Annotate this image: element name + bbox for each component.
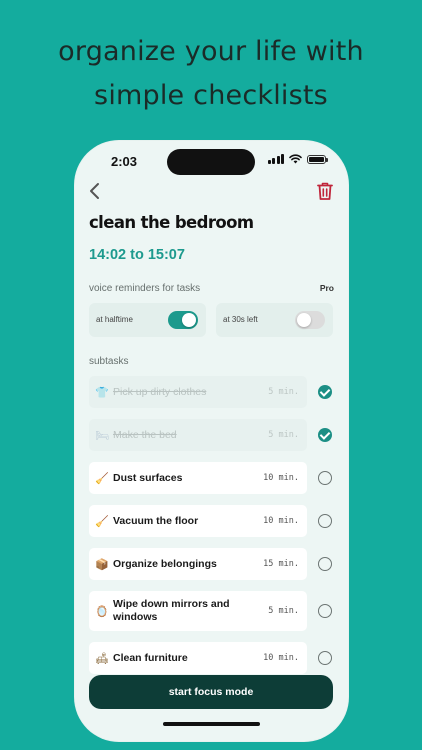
task-checkbox[interactable] [318, 604, 332, 618]
task-checkbox[interactable] [318, 514, 332, 528]
task-row[interactable]: 🧹 Vacuum the floor 10 min. [89, 505, 307, 537]
task-row[interactable]: 🛏 Make the bed 5 min. [89, 419, 307, 451]
task-duration: 5 min. [268, 430, 299, 440]
status-icons [267, 154, 328, 164]
task-name: Clean furniture [113, 651, 188, 664]
task-checkbox[interactable] [318, 471, 332, 485]
task-duration: 10 min. [263, 516, 299, 526]
task-name: Make the bed [113, 428, 177, 441]
back-chevron-icon[interactable] [87, 181, 103, 201]
task-row[interactable]: 👕 Pick up dirty clothes 5 min. [89, 376, 307, 408]
toggle-card-30s-left[interactable]: at 30s left [216, 303, 333, 337]
task-name: Dust surfaces [113, 471, 183, 484]
task-name: Organize belongings [113, 557, 217, 570]
task-checkbox-checked[interactable] [318, 385, 332, 399]
task-row[interactable]: 🧹 Dust surfaces 10 min. [89, 462, 307, 494]
battery-icon [307, 154, 328, 164]
task-row[interactable]: 📦 Organize belongings 15 min. [89, 548, 307, 580]
halftime-toggle[interactable] [168, 311, 198, 329]
status-time: 2:03 [111, 154, 138, 169]
task-duration: 15 min. [263, 559, 299, 569]
toggle-card-halftime[interactable]: at halftime [89, 303, 206, 337]
30s-left-toggle[interactable] [295, 311, 325, 329]
mirror-icon: 🪞 [95, 604, 109, 618]
task-duration: 10 min. [263, 653, 299, 663]
signal-icon [267, 154, 284, 164]
headline-line-1: organize your life with [58, 36, 364, 67]
couch-icon: 🛋 [95, 651, 109, 665]
task-checkbox[interactable] [318, 557, 332, 571]
task-duration: 10 min. [263, 473, 299, 483]
task-name: Wipe down mirrors and windows [113, 598, 230, 623]
marketing-headline: organize your life with simple checklist… [0, 30, 422, 118]
pro-badge: Pro [319, 283, 334, 293]
subtasks-label: subtasks [89, 356, 129, 367]
task-row[interactable]: 🪞 Wipe down mirrors and windows 5 min. [89, 591, 307, 631]
broom-icon: 🧹 [95, 514, 109, 528]
start-focus-mode-button[interactable]: start focus mode [89, 675, 333, 709]
broom-icon: 🧹 [95, 471, 109, 485]
task-checkbox-checked[interactable] [318, 428, 332, 442]
shirt-icon: 👕 [95, 385, 109, 399]
task-row[interactable]: 🛋 Clean furniture 10 min. [89, 642, 307, 674]
task-checkbox[interactable] [318, 651, 332, 665]
wifi-icon [289, 154, 302, 164]
trash-icon[interactable] [316, 181, 334, 201]
bed-icon: 🛏 [95, 428, 109, 442]
dynamic-island [167, 149, 255, 175]
headline-line-2: simple checklists [94, 80, 328, 111]
task-name: Vacuum the floor [113, 514, 199, 527]
phone-screen: 2:03 clean the bedroom 14:02 to 15:07 vo… [75, 141, 348, 741]
task-duration: 5 min. [268, 606, 299, 616]
voice-reminders-label: voice reminders for tasks [89, 283, 201, 294]
toggle-label: at 30s left [223, 315, 258, 324]
task-name: Pick up dirty clothes [113, 385, 207, 398]
home-indicator [163, 722, 260, 726]
task-duration: 5 min. [268, 387, 299, 397]
box-icon: 📦 [95, 557, 109, 571]
time-range: 14:02 to 15:07 [89, 247, 185, 263]
page-title: clean the bedroom [89, 213, 254, 232]
toggle-label: at halftime [96, 315, 133, 324]
